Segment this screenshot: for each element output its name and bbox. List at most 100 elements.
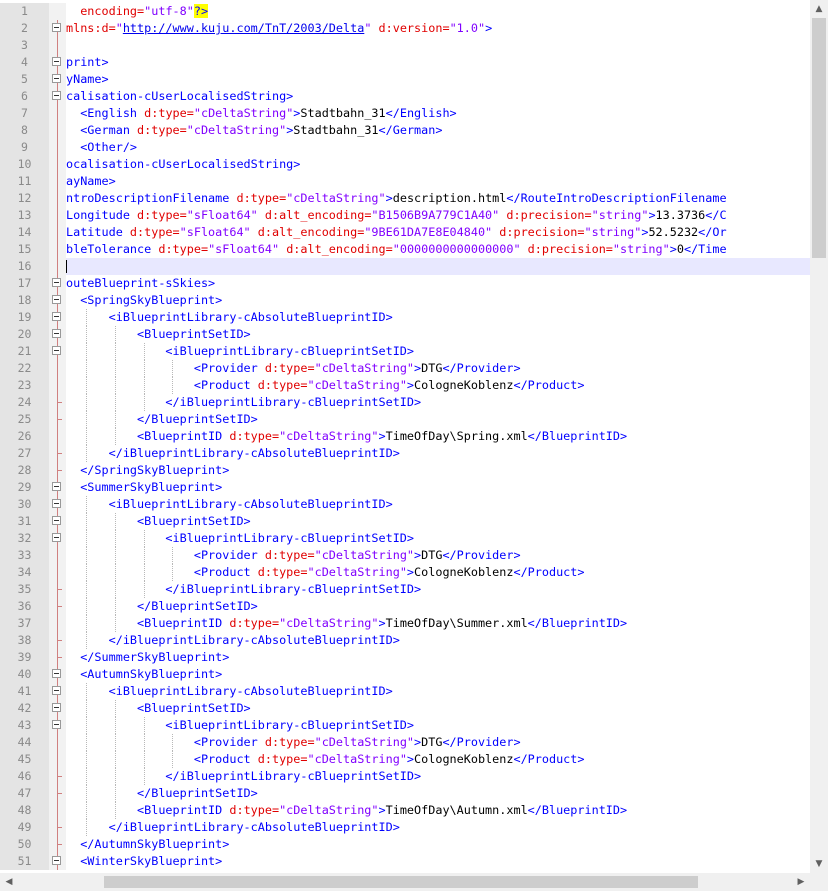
code-line[interactable]: 38 </iBlueprintLibrary-cAbsoluteBlueprin… (0, 632, 810, 649)
arrow-right-icon[interactable]: ▶ (792, 873, 810, 891)
code-line[interactable]: 10 ocalisation-cUserLocalisedString> (0, 156, 810, 173)
code-line[interactable]: 21 <iBlueprintLibrary-cBlueprintSetID> (0, 343, 810, 360)
fold-toggle-icon[interactable] (49, 54, 66, 71)
collapse-minus-icon[interactable] (52, 499, 61, 508)
collapse-minus-icon[interactable] (52, 57, 61, 66)
code-line[interactable]: 4 print> (0, 54, 810, 71)
collapse-minus-icon[interactable] (52, 329, 61, 338)
code-line[interactable]: 43 <iBlueprintLibrary-cBlueprintSetID> (0, 717, 810, 734)
code-line[interactable]: 39 </SummerSkyBlueprint> (0, 649, 810, 666)
fold-toggle-icon[interactable] (49, 343, 66, 360)
code-line[interactable]: 18 <SpringSkyBlueprint> (0, 292, 810, 309)
horizontal-scroll-thumb[interactable] (104, 876, 698, 888)
collapse-minus-icon[interactable] (52, 482, 61, 491)
collapse-minus-icon[interactable] (52, 278, 61, 287)
code-line[interactable]: 51 <WinterSkyBlueprint> (0, 853, 810, 870)
code-text: </SpringSkyBlueprint> (66, 462, 810, 479)
code-line[interactable]: 35 </iBlueprintLibrary-cBlueprintSetID> (0, 581, 810, 598)
code-line[interactable]: 47 </BlueprintSetID> (0, 785, 810, 802)
collapse-minus-icon[interactable] (52, 856, 61, 865)
code-line[interactable]: 31 <BlueprintSetID> (0, 513, 810, 530)
code-line[interactable]: 1 encoding="utf-8"?> (0, 3, 810, 20)
fold-toggle-icon[interactable] (49, 292, 66, 309)
fold-toggle-icon[interactable] (49, 309, 66, 326)
code-line[interactable]: 20 <BlueprintSetID> (0, 326, 810, 343)
code-line[interactable]: 32 <iBlueprintLibrary-cBlueprintSetID> (0, 530, 810, 547)
fold-toggle-icon[interactable] (49, 683, 66, 700)
code-line[interactable]: 37 <BlueprintID d:type="cDeltaString">Ti… (0, 615, 810, 632)
code-line[interactable]: 12 ntroDescriptionFilename d:type="cDelta… (0, 190, 810, 207)
vertical-scroll-thumb[interactable] (812, 18, 826, 258)
code-line[interactable]: 36 </BlueprintSetID> (0, 598, 810, 615)
code-editor[interactable]: 1 encoding="utf-8"?> 2 mlns:d="http://www.… (0, 0, 810, 873)
code-line[interactable]: 15 bleTolerance d:type="sFloat64" d:alt_e… (0, 241, 810, 258)
code-line[interactable]: 7 <English d:type="cDeltaString">Stadtba… (0, 105, 810, 122)
code-line[interactable]: 25 </BlueprintSetID> (0, 411, 810, 428)
collapse-minus-icon[interactable] (52, 74, 61, 83)
code-line[interactable]: 23 <Product d:type="cDeltaString">Cologn… (0, 377, 810, 394)
code-line[interactable]: 16 (0, 258, 810, 275)
code-line[interactable]: 6 calisation-cUserLocalisedString> (0, 88, 810, 105)
code-line[interactable]: 50 </AutumnSkyBlueprint> (0, 836, 810, 853)
code-line[interactable]: 45 <Product d:type="cDeltaString">Cologn… (0, 751, 810, 768)
code-line[interactable]: 42 <BlueprintSetID> (0, 700, 810, 717)
code-line[interactable]: 46 </iBlueprintLibrary-cBlueprintSetID> (0, 768, 810, 785)
code-line[interactable]: 24 </iBlueprintLibrary-cBlueprintSetID> (0, 394, 810, 411)
arrow-up-icon[interactable]: ▲ (810, 0, 828, 18)
token-link[interactable]: http://www.kuju.com/TnT/2003/Delta (123, 21, 364, 35)
code-line[interactable]: 27 </iBlueprintLibrary-cAbsoluteBlueprin… (0, 445, 810, 462)
collapse-minus-icon[interactable] (52, 312, 61, 321)
code-line[interactable]: 28 </SpringSkyBlueprint> (0, 462, 810, 479)
code-line[interactable]: 30 <iBlueprintLibrary-cAbsoluteBlueprint… (0, 496, 810, 513)
code-line[interactable]: 5 yName> (0, 71, 810, 88)
code-line[interactable]: 33 <Provider d:type="cDeltaString">DTG</… (0, 547, 810, 564)
fold-toggle-icon[interactable] (49, 88, 66, 105)
code-line[interactable]: 2 mlns:d="http://www.kuju.com/TnT/2003/De… (0, 20, 810, 37)
code-line[interactable]: 13 Longitude d:type="sFloat64" d:alt_enco… (0, 207, 810, 224)
code-line[interactable]: 19 <iBlueprintLibrary-cAbsoluteBlueprint… (0, 309, 810, 326)
horizontal-scrollbar[interactable]: ◀ ▶ (0, 873, 810, 891)
collapse-minus-icon[interactable] (52, 23, 61, 32)
fold-toggle-icon[interactable] (49, 275, 66, 292)
code-line[interactable]: 8 <German d:type="cDeltaString">Stadtbah… (0, 122, 810, 139)
code-line[interactable]: 41 <iBlueprintLibrary-cAbsoluteBlueprint… (0, 683, 810, 700)
code-line[interactable]: 26 <BlueprintID d:type="cDeltaString">Ti… (0, 428, 810, 445)
code-line[interactable]: 29 <SummerSkyBlueprint> (0, 479, 810, 496)
fold-toggle-icon[interactable] (49, 717, 66, 734)
collapse-minus-icon[interactable] (52, 346, 61, 355)
code-line[interactable]: 48 <BlueprintID d:type="cDeltaString">Ti… (0, 802, 810, 819)
code-line[interactable]: 22 <Provider d:type="cDeltaString">DTG</… (0, 360, 810, 377)
code-line[interactable]: 40 <AutumnSkyBlueprint> (0, 666, 810, 683)
fold-toggle-icon[interactable] (49, 20, 66, 37)
code-line[interactable]: 44 <Provider d:type="cDeltaString">DTG</… (0, 734, 810, 751)
collapse-minus-icon[interactable] (52, 516, 61, 525)
fold-toggle-icon[interactable] (49, 700, 66, 717)
collapse-minus-icon[interactable] (52, 295, 61, 304)
collapse-minus-icon[interactable] (52, 91, 61, 100)
fold-toggle-icon[interactable] (49, 530, 66, 547)
fold-toggle-icon[interactable] (49, 496, 66, 513)
code-line[interactable]: 49 </iBlueprintLibrary-cAbsoluteBlueprin… (0, 819, 810, 836)
fold-toggle-icon[interactable] (49, 71, 66, 88)
collapse-minus-icon[interactable] (52, 533, 61, 542)
code-line[interactable]: 14 Latitude d:type="sFloat64" d:alt_encod… (0, 224, 810, 241)
vertical-scrollbar[interactable]: ▲ ▼ (810, 0, 828, 873)
collapse-minus-icon[interactable] (52, 703, 61, 712)
fold-toggle-icon[interactable] (49, 479, 66, 496)
code-text: <iBlueprintLibrary-cBlueprintSetID> (66, 530, 810, 547)
collapse-minus-icon[interactable] (52, 686, 61, 695)
code-line[interactable]: 3 (0, 37, 810, 54)
collapse-minus-icon[interactable] (52, 669, 61, 678)
fold-toggle-icon[interactable] (49, 853, 66, 870)
collapse-minus-icon[interactable] (52, 720, 61, 729)
code-line[interactable]: 17 outeBlueprint-sSkies> (0, 275, 810, 292)
fold-toggle-icon[interactable] (49, 513, 66, 530)
code-line[interactable]: 9 <Other/> (0, 139, 810, 156)
arrow-down-icon[interactable]: ▼ (810, 855, 828, 873)
code-line[interactable]: 34 <Product d:type="cDeltaString">Cologn… (0, 564, 810, 581)
code-line[interactable]: 11 ayName> (0, 173, 810, 190)
token-tag: </English> (385, 106, 457, 120)
fold-toggle-icon[interactable] (49, 326, 66, 343)
arrow-left-icon[interactable]: ◀ (0, 873, 18, 891)
fold-toggle-icon[interactable] (49, 666, 66, 683)
